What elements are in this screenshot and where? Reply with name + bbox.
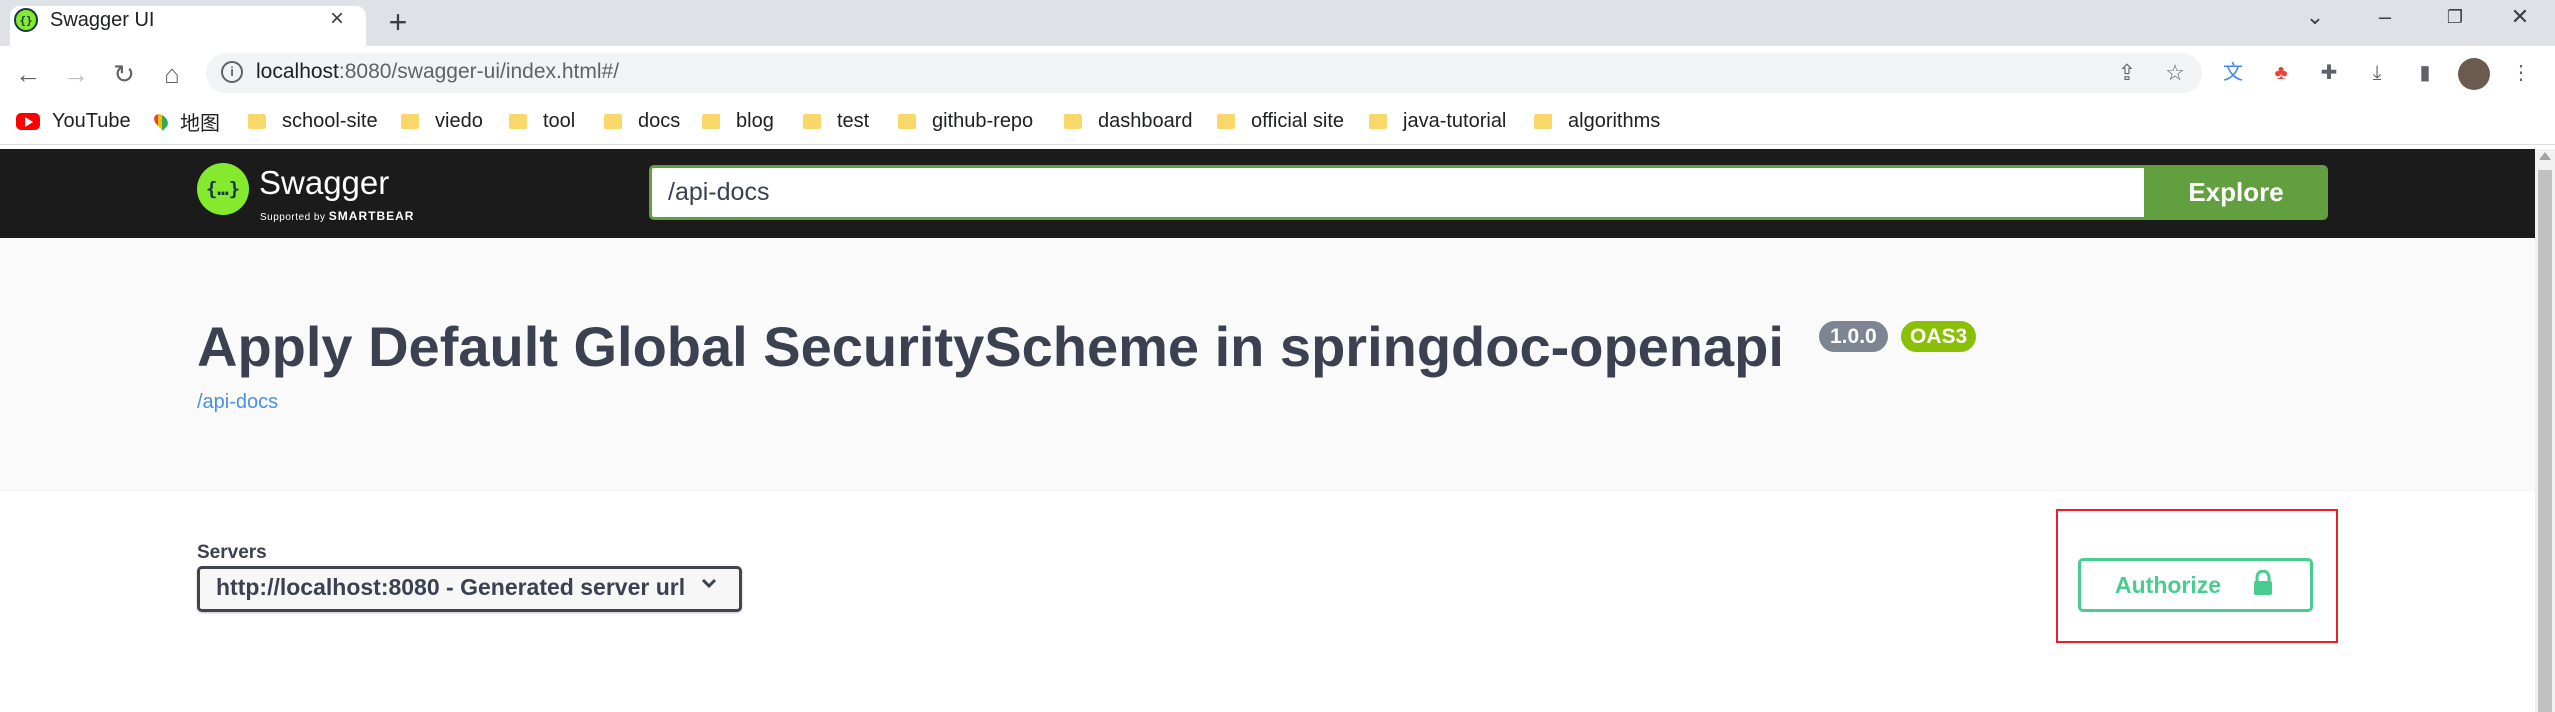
- back-button[interactable]: ←: [10, 56, 46, 92]
- server-select-value: http://localhost:8080 - Generated server…: [216, 574, 686, 600]
- bookmark-label: 地图: [180, 112, 220, 135]
- bookmark-label: test: [837, 109, 870, 132]
- swagger-logo-text: Swagger: [259, 164, 390, 201]
- url-path: :8080/swagger-ui/index.html#/: [338, 60, 620, 83]
- downloads-icon[interactable]: ⤓: [2362, 58, 2392, 88]
- site-info-icon[interactable]: i: [221, 61, 243, 83]
- extension-icon[interactable]: ♣: [2266, 58, 2296, 88]
- youtube-icon: [16, 112, 40, 130]
- smartbear-text: SMARTBEAR: [328, 209, 415, 223]
- tab-title: Swagger UI: [50, 9, 155, 31]
- bookmark-label: tool: [543, 109, 576, 132]
- folder-icon: [898, 113, 916, 129]
- reload-button[interactable]: ↻: [106, 56, 142, 92]
- map-pin-icon: [151, 111, 171, 131]
- operations-area: [0, 658, 2535, 712]
- api-title: Apply Default Global SecurityScheme in s…: [197, 315, 1784, 378]
- bookmark-label: viedo: [435, 109, 483, 132]
- swagger-logo-icon[interactable]: {…}: [197, 163, 249, 215]
- bookmark-label: YouTube: [52, 109, 131, 132]
- bookmark-folder-test[interactable]: test: [803, 106, 869, 136]
- menu-kebab-icon[interactable]: ⋮: [2506, 58, 2536, 88]
- bookmark-folder-dashboard[interactable]: dashboard: [1064, 106, 1193, 136]
- new-tab-button[interactable]: +: [380, 5, 416, 41]
- bookmark-folder-java-tutorial[interactable]: java-tutorial: [1369, 106, 1506, 136]
- folder-icon: [604, 113, 622, 129]
- bookmark-label: github-repo: [932, 109, 1034, 132]
- window-close-button[interactable]: ✕: [2485, 0, 2555, 36]
- folder-icon: [702, 113, 720, 129]
- folder-icon: [1064, 113, 1082, 129]
- bookmark-youtube[interactable]: YouTube: [16, 106, 131, 136]
- bookmark-label: docs: [638, 109, 681, 132]
- side-panel-icon[interactable]: ▮: [2410, 58, 2440, 88]
- folder-icon: [1534, 113, 1552, 129]
- bookmark-folder-algorithms[interactable]: algorithms: [1534, 106, 1660, 136]
- bookmark-label: java-tutorial: [1403, 109, 1507, 132]
- folder-icon: [509, 113, 527, 129]
- bookmark-folder-tool[interactable]: tool: [509, 106, 575, 136]
- extensions-puzzle-icon[interactable]: ✚: [2314, 58, 2344, 88]
- bookmark-folder-github-repo[interactable]: github-repo: [898, 106, 1033, 136]
- url-text: localhost:8080/swagger-ui/index.html#/: [256, 60, 619, 84]
- bookmark-label: algorithms: [1568, 109, 1661, 132]
- folder-icon: [1217, 113, 1235, 129]
- api-docs-link[interactable]: /api-docs: [197, 391, 278, 414]
- scrollbar-thumb[interactable]: [2538, 170, 2552, 712]
- bookmark-folder-blog[interactable]: blog: [702, 106, 774, 136]
- servers-label: Servers: [197, 542, 267, 563]
- tab-close-icon[interactable]: ×: [322, 4, 352, 34]
- share-icon[interactable]: ⇪: [2112, 58, 2142, 88]
- home-button[interactable]: ⌂: [154, 56, 190, 92]
- explore-button[interactable]: Explore: [2144, 165, 2328, 220]
- authorize-label: Authorize: [2115, 572, 2222, 598]
- lock-icon: [2254, 570, 2272, 595]
- bookmark-label: school-site: [282, 109, 378, 132]
- supported-by-text: Supported by: [260, 212, 326, 223]
- bookmark-folder-official-site[interactable]: official site: [1217, 106, 1344, 136]
- bookmark-folder-viedo[interactable]: viedo: [401, 106, 483, 136]
- bookmark-map[interactable]: 地图: [151, 106, 220, 136]
- oas-badge: OAS3: [1901, 321, 1977, 352]
- forward-button[interactable]: →: [58, 56, 94, 92]
- bookmark-folder-school-site[interactable]: school-site: [248, 106, 378, 136]
- translate-extension-icon[interactable]: 文: [2218, 58, 2248, 88]
- folder-icon: [248, 113, 266, 129]
- bookmark-label: official site: [1251, 109, 1345, 132]
- url-host: localhost: [256, 60, 339, 83]
- restore-button[interactable]: ❐: [2420, 0, 2490, 36]
- bookmark-label: blog: [736, 109, 774, 132]
- profile-avatar[interactable]: [2458, 58, 2490, 90]
- tab-search-icon[interactable]: ⌄: [2280, 0, 2350, 36]
- scroll-up-arrow-icon[interactable]: [2539, 152, 2551, 160]
- folder-icon: [1369, 113, 1387, 129]
- swagger-logo-subtitle: Supported by SMARTBEAR: [260, 209, 414, 223]
- version-badge: 1.0.0: [1819, 321, 1888, 352]
- minimize-button[interactable]: –: [2350, 0, 2420, 36]
- folder-icon: [401, 113, 419, 129]
- swagger-favicon-icon: {}: [14, 8, 38, 32]
- chevron-down-icon: [701, 578, 717, 589]
- folder-icon: [803, 113, 821, 129]
- bookmark-star-icon[interactable]: ☆: [2160, 58, 2190, 88]
- spec-url-input[interactable]: [649, 165, 2144, 220]
- bookmark-label: dashboard: [1098, 109, 1193, 132]
- bookmark-folder-docs[interactable]: docs: [604, 106, 680, 136]
